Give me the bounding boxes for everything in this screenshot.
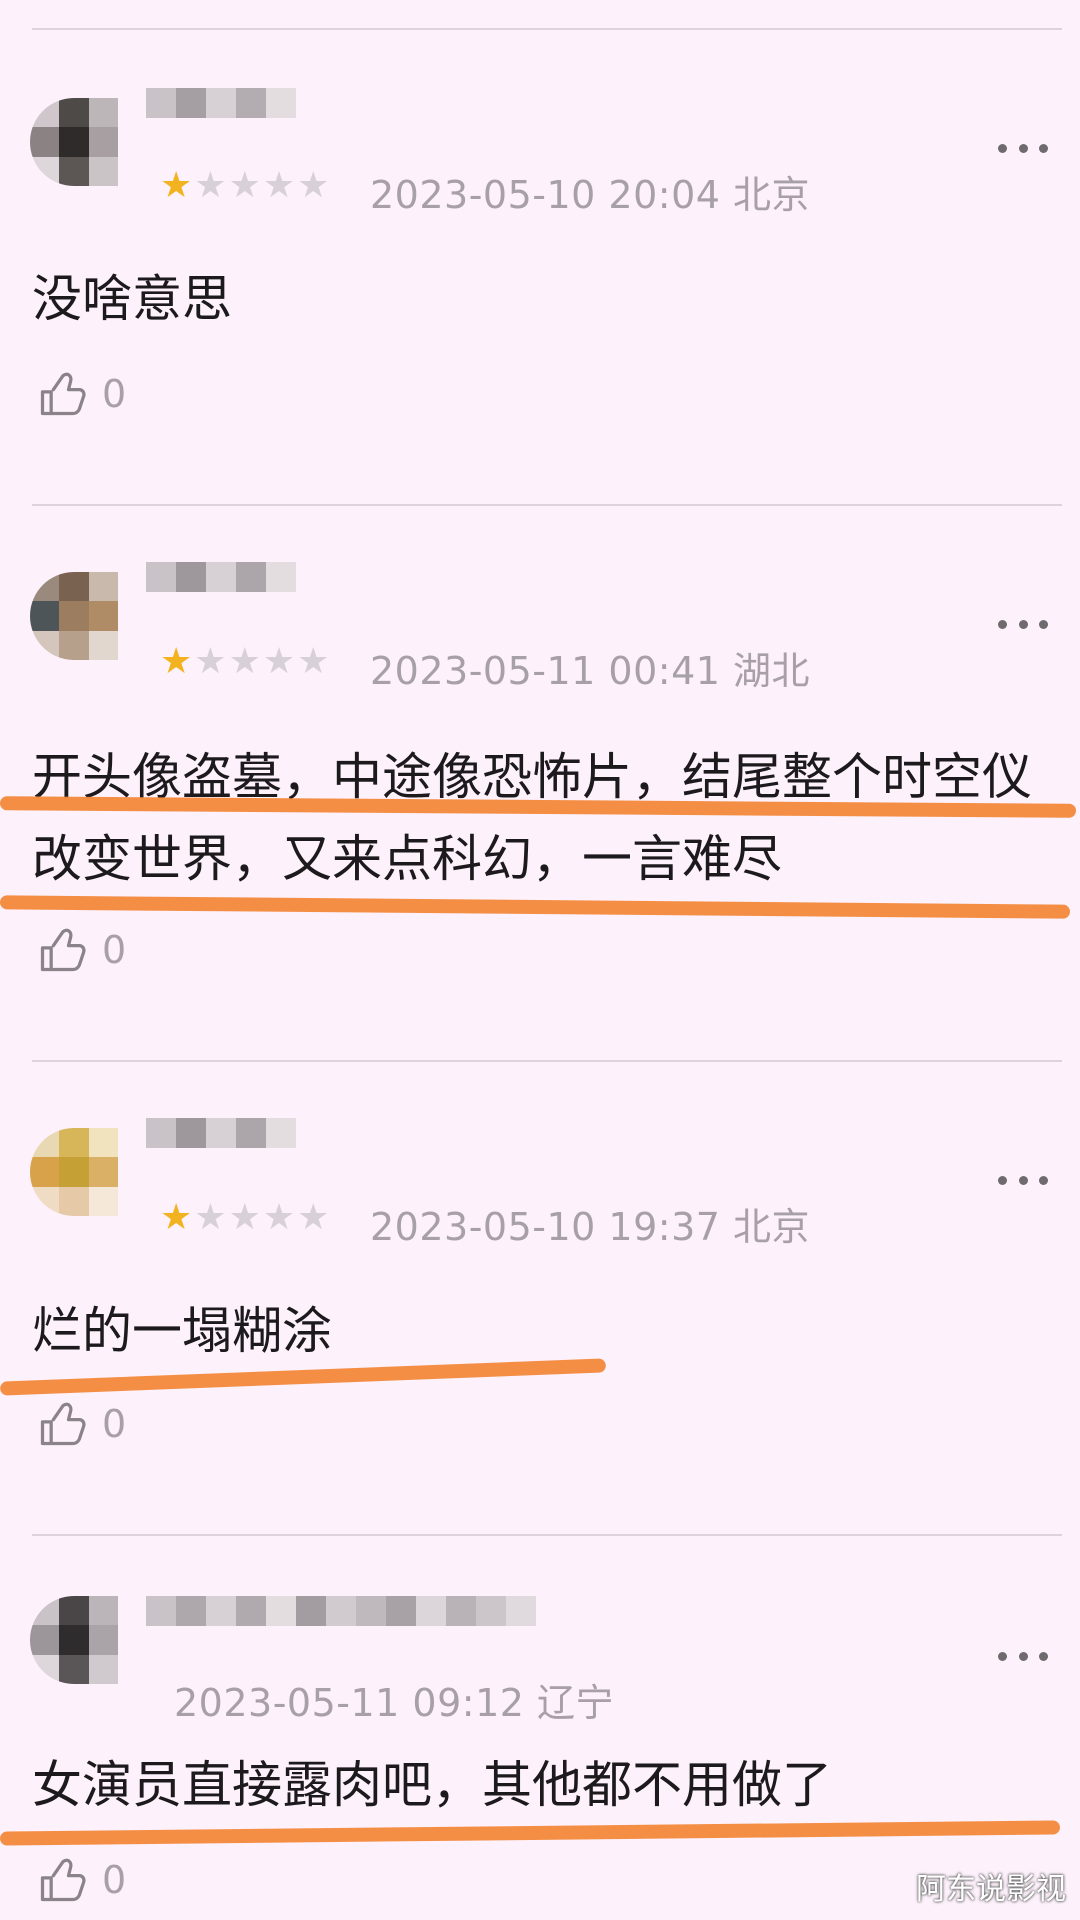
star-icon: ★: [297, 641, 330, 682]
more-icon[interactable]: [998, 1646, 1048, 1666]
comment-text: 女演员直接露肉吧，其他都不用做了: [32, 1756, 832, 1814]
divider: [32, 504, 1062, 506]
star-icon: ★: [228, 165, 261, 206]
comment-date: 2023-05-10 20:04: [370, 173, 721, 217]
star-icon: ★: [160, 165, 193, 206]
comment-meta: 2023-05-10 20:04 北京: [370, 164, 810, 219]
star-icon: ★: [194, 165, 227, 206]
comment-date: 2023-05-11 09:12: [174, 1681, 525, 1725]
divider: [32, 1534, 1062, 1536]
comment-date: 2023-05-10 19:37: [370, 1205, 721, 1249]
like-count: 0: [102, 372, 127, 416]
like-button[interactable]: 0: [36, 922, 126, 978]
watermark: 阿东说影视: [916, 1872, 1066, 1907]
username-blurred[interactable]: [146, 1118, 296, 1178]
username-blurred[interactable]: [146, 88, 296, 148]
avatar[interactable]: [30, 1596, 118, 1684]
comment-location: 辽宁: [537, 1681, 615, 1725]
divider: [32, 28, 1062, 30]
star-icon: ★: [297, 165, 330, 206]
more-icon[interactable]: [998, 1170, 1048, 1190]
divider: [32, 1060, 1062, 1062]
rating-stars: ★ ★ ★ ★ ★: [160, 642, 329, 682]
star-icon: ★: [228, 1197, 261, 1238]
avatar[interactable]: [30, 1128, 118, 1216]
more-icon[interactable]: [998, 614, 1048, 634]
username-blurred[interactable]: [146, 1596, 536, 1656]
star-icon: ★: [262, 165, 296, 206]
like-count: 0: [102, 928, 127, 972]
comment-text: 没啥意思: [32, 270, 232, 328]
avatar[interactable]: [30, 572, 118, 660]
star-icon: ★: [160, 641, 193, 682]
rating-stars: ★ ★ ★ ★ ★: [160, 166, 329, 206]
thumbs-up-icon: [40, 372, 86, 416]
star-icon: ★: [262, 1197, 296, 1238]
star-icon: ★: [194, 1197, 227, 1238]
thumbs-up-icon: [40, 928, 86, 972]
like-count: 0: [102, 1858, 127, 1902]
star-icon: ★: [194, 641, 227, 682]
comment-text: 开头像盗墓，中途像恐怖片，结尾整个时空仪改变世界，又来点科幻，一言难尽: [32, 748, 1032, 888]
like-button[interactable]: 0: [36, 1852, 126, 1908]
star-icon: ★: [160, 1197, 193, 1238]
avatar[interactable]: [30, 98, 118, 186]
star-icon: ★: [297, 1197, 330, 1238]
comment-meta: 2023-05-10 19:37 北京: [370, 1196, 810, 1251]
rating-stars: ★ ★ ★ ★ ★: [160, 1198, 329, 1238]
username-blurred[interactable]: [146, 562, 296, 622]
comment-date: 2023-05-11 00:41: [370, 649, 721, 693]
star-icon: ★: [262, 641, 296, 682]
comment-location: 湖北: [733, 649, 811, 693]
like-button[interactable]: 0: [36, 366, 126, 422]
thumbs-up-icon: [40, 1858, 86, 1902]
comment-meta: 2023-05-11 09:12 辽宁: [174, 1672, 614, 1727]
like-button[interactable]: 0: [36, 1396, 126, 1452]
more-icon[interactable]: [998, 138, 1048, 158]
comment-location: 北京: [733, 173, 811, 217]
like-count: 0: [102, 1402, 127, 1446]
comment-location: 北京: [733, 1205, 811, 1249]
comment-list: ★ ★ ★ ★ ★ 2023-05-10 20:04 北京 没啥意思 0 ★ ★…: [0, 0, 1080, 1920]
thumbs-up-icon: [40, 1402, 86, 1446]
star-icon: ★: [228, 641, 261, 682]
comment-meta: 2023-05-11 00:41 湖北: [370, 640, 810, 695]
